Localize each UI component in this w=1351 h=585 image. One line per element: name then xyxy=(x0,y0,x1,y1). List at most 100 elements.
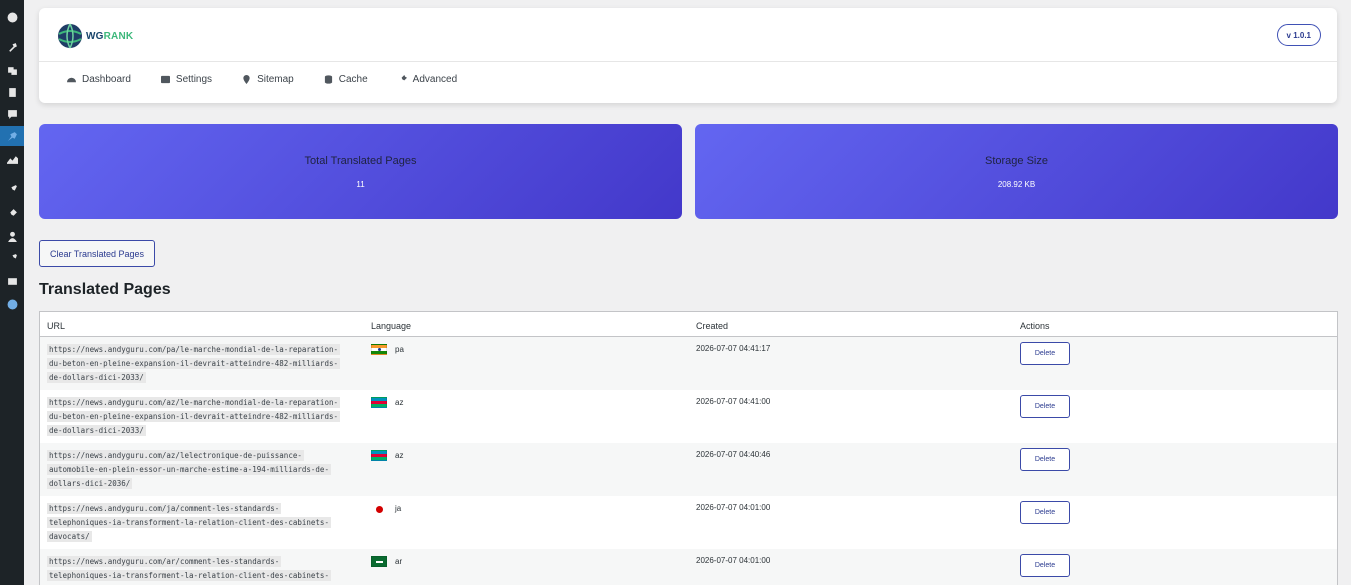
created-cell: 2026-07-07 04:01:00 xyxy=(696,556,771,565)
dashboard-icon xyxy=(67,77,76,83)
url-cell: https://news.andyguru.com/az/lelectroniq… xyxy=(47,449,367,491)
language-code: az xyxy=(395,398,404,407)
url-line: telephoniques-ia-transforment-la-relatio… xyxy=(47,517,331,528)
nav-sitemap[interactable]: Sitemap xyxy=(242,74,294,85)
analytics-menu-icon[interactable] xyxy=(0,149,24,169)
url-line: davocats/ xyxy=(47,531,92,542)
created-cell: 2026-07-07 04:41:00 xyxy=(696,397,771,406)
pages-menu-icon[interactable] xyxy=(0,82,24,102)
plugin-nav: Dashboard Settings Sitemap Cache Advance… xyxy=(67,74,487,85)
language-cell: ar xyxy=(371,556,402,567)
language-code: pa xyxy=(395,345,404,354)
tools-menu-icon[interactable] xyxy=(0,248,24,268)
version-badge: v 1.0.1 xyxy=(1276,24,1321,46)
url-line: automobile-en-plein-essor-un-marche-esti… xyxy=(47,464,331,475)
total-translated-value: 11 xyxy=(356,180,365,189)
clear-translated-pages-button[interactable]: Clear Translated Pages xyxy=(39,240,155,267)
plugin-header: WGRANK v 1.0.1 Dashboard Settings Sitema… xyxy=(39,8,1337,103)
header-divider xyxy=(39,61,1337,62)
table-row: https://news.andyguru.com/ja/comment-les… xyxy=(40,496,1337,549)
azerbaijan-flag-icon xyxy=(371,397,387,408)
language-cell: ja xyxy=(371,503,401,514)
delete-button[interactable]: Delete xyxy=(1020,501,1070,524)
nav-dashboard[interactable]: Dashboard xyxy=(67,74,131,85)
storage-size-title: Storage Size xyxy=(985,155,1048,167)
created-cell: 2026-07-07 04:41:17 xyxy=(696,344,771,353)
language-cell: pa xyxy=(371,344,404,355)
delete-button[interactable]: Delete xyxy=(1020,448,1070,471)
appearance-menu-icon[interactable] xyxy=(0,179,24,199)
url-cell: https://news.andyguru.com/ja/comment-les… xyxy=(47,502,367,544)
nav-advanced[interactable]: Advanced xyxy=(398,74,457,85)
language-code: az xyxy=(395,451,404,460)
table-row: https://news.andyguru.com/pa/le-marche-m… xyxy=(40,337,1337,390)
pin-menu-icon[interactable] xyxy=(0,37,24,57)
url-line: de-dollars-dici-2033/ xyxy=(47,425,146,436)
settings-menu-icon[interactable] xyxy=(0,271,24,291)
nav-sitemap-label: Sitemap xyxy=(257,74,294,85)
wgrank-logo: WGRANK xyxy=(56,22,133,50)
delete-button[interactable]: Delete xyxy=(1020,395,1070,418)
india-flag-icon xyxy=(371,344,387,355)
url-line: telephoniques-ia-transforment-la-relatio… xyxy=(47,570,331,581)
table-row: https://news.andyguru.com/az/le-marche-m… xyxy=(40,390,1337,443)
comments-menu-icon[interactable] xyxy=(0,104,24,124)
translated-pages-table: URL Language Created Actions https://new… xyxy=(39,311,1338,585)
url-line: dollars-dici-2036/ xyxy=(47,478,133,489)
url-line: https://news.andyguru.com/ar/comment-les… xyxy=(47,556,282,567)
globe-logo-icon xyxy=(58,23,82,49)
wrench-icon xyxy=(398,75,407,84)
delete-button[interactable]: Delete xyxy=(1020,342,1070,365)
url-cell: https://news.andyguru.com/az/le-marche-m… xyxy=(47,396,367,438)
nav-advanced-label: Advanced xyxy=(412,74,458,85)
language-code: ar xyxy=(395,557,403,566)
language-cell: az xyxy=(371,450,403,461)
dashboard-menu-icon[interactable] xyxy=(0,7,24,27)
url-line: de-dollars-dici-2033/ xyxy=(47,372,146,383)
total-translated-title: Total Translated Pages xyxy=(304,155,417,167)
header-url: URL xyxy=(47,321,66,331)
media-menu-icon[interactable] xyxy=(0,60,24,80)
nav-dashboard-label: Dashboard xyxy=(82,74,131,85)
url-cell: https://news.andyguru.com/pa/le-marche-m… xyxy=(47,343,367,385)
storage-size-value: 208.92 KB xyxy=(997,180,1036,189)
header-created: Created xyxy=(696,321,729,331)
header-language: Language xyxy=(371,321,412,331)
table-row: https://news.andyguru.com/ar/comment-les… xyxy=(40,549,1337,585)
settings-icon xyxy=(160,75,170,84)
url-line: https://news.andyguru.com/ja/comment-les… xyxy=(47,503,282,514)
section-title: Translated Pages xyxy=(39,281,171,298)
users-menu-icon[interactable] xyxy=(0,226,24,246)
delete-button[interactable]: Delete xyxy=(1020,554,1070,577)
azerbaijan-flag-icon xyxy=(371,450,387,461)
url-line: du-beton-en-pleine-expansion-il-devrait-… xyxy=(47,411,340,422)
created-cell: 2026-07-07 04:40:46 xyxy=(696,450,771,459)
saudi-flag-icon xyxy=(371,556,387,567)
table-row: https://news.andyguru.com/az/lelectroniq… xyxy=(40,443,1337,496)
admin-sidebar xyxy=(0,0,24,585)
map-pin-icon xyxy=(243,75,250,84)
play-menu-icon[interactable] xyxy=(0,294,24,314)
url-line: https://news.andyguru.com/az/lelectroniq… xyxy=(47,450,304,461)
plugin-menu-icon[interactable] xyxy=(0,126,24,146)
url-line: du-beton-en-pleine-expansion-il-devrait-… xyxy=(47,358,340,369)
nav-settings-label: Settings xyxy=(175,74,213,85)
header-actions: Actions xyxy=(1020,321,1050,331)
logo-text-rank: RANK xyxy=(103,30,134,42)
url-line: https://news.andyguru.com/pa/le-marche-m… xyxy=(47,344,340,355)
language-code: ja xyxy=(395,504,402,513)
nav-cache-label: Cache xyxy=(338,74,368,85)
logo-text-wg: WG xyxy=(86,30,104,42)
nav-settings[interactable]: Settings xyxy=(160,74,213,85)
language-cell: az xyxy=(371,397,403,408)
table-header: URL Language Created Actions xyxy=(40,312,1337,337)
url-line: https://news.andyguru.com/az/le-marche-m… xyxy=(47,397,340,408)
storage-size-card: Storage Size 208.92 KB xyxy=(695,124,1338,219)
url-cell: https://news.andyguru.com/ar/comment-les… xyxy=(47,555,367,583)
total-translated-card: Total Translated Pages 11 xyxy=(39,124,682,219)
created-cell: 2026-07-07 04:01:00 xyxy=(696,503,771,512)
nav-cache[interactable]: Cache xyxy=(324,74,368,85)
japan-flag-icon xyxy=(371,503,387,514)
plugins-menu-icon[interactable] xyxy=(0,203,24,223)
database-icon xyxy=(324,75,332,84)
